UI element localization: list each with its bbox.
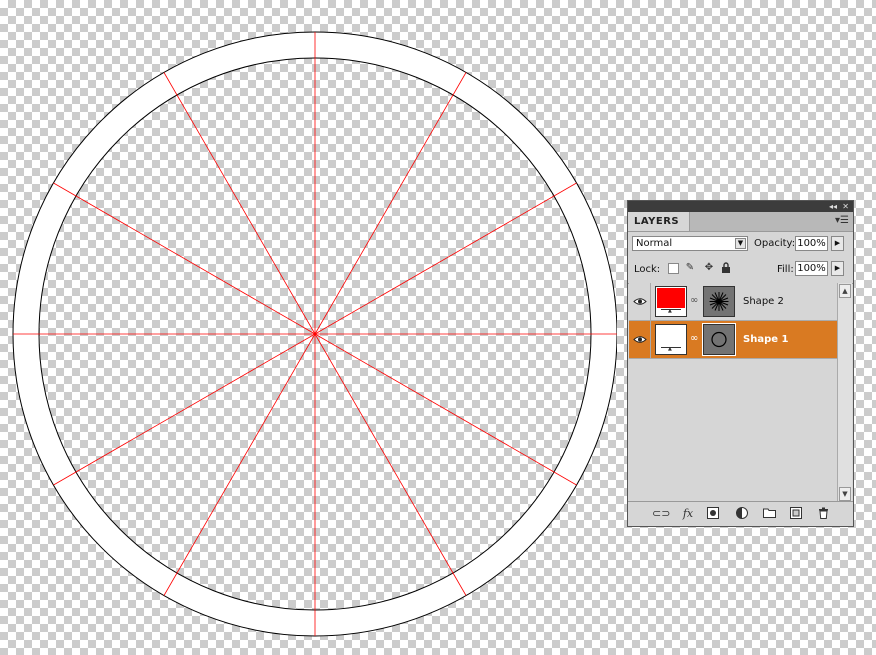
blend-mode-select[interactable]: Normal ▼ xyxy=(632,236,748,251)
opacity-slider-toggle[interactable]: ▶ xyxy=(831,236,844,251)
guide-spoke xyxy=(314,333,577,486)
guide-spoke xyxy=(53,182,316,335)
layer-color-swatch xyxy=(657,326,685,346)
guide-spoke xyxy=(314,333,467,596)
chain-link-icon[interactable]: ∞ xyxy=(690,333,698,344)
link-layers-icon[interactable]: ⊂⊃ xyxy=(652,507,670,520)
lock-position-move-icon[interactable]: ✥ xyxy=(703,262,715,274)
panel-title-bar[interactable]: ◂◂ ✕ xyxy=(628,201,853,212)
layer-row-shape-2[interactable]: ▲ ∞ Shape 2 xyxy=(629,283,837,321)
fill-label: Fill: xyxy=(777,264,794,275)
panel-menu-icon[interactable]: ▾☰ xyxy=(835,215,849,227)
thumbnail-marker: ▲ xyxy=(668,308,672,314)
chain-link-icon[interactable]: ∞ xyxy=(690,295,698,306)
tab-layers[interactable]: LAYERS xyxy=(628,212,691,231)
scroll-up-icon[interactable]: ▲ xyxy=(839,284,851,298)
trash-icon[interactable] xyxy=(817,507,829,520)
layer-name[interactable]: Shape 2 xyxy=(743,296,784,307)
guide-spoke xyxy=(53,333,316,486)
guide-spoke xyxy=(314,182,577,335)
fx-icon[interactable]: fx xyxy=(680,507,696,520)
opacity-input[interactable]: 100% xyxy=(795,236,828,251)
vector-mask-thumbnail[interactable] xyxy=(703,286,735,317)
visibility-toggle[interactable] xyxy=(629,321,651,358)
layer-color-swatch xyxy=(657,288,685,308)
panel-footer: ⊂⊃ fx xyxy=(628,501,853,526)
lock-image-brush-icon[interactable]: ✎ xyxy=(684,262,696,274)
fill-slider-toggle[interactable]: ▶ xyxy=(831,261,844,276)
new-layer-icon[interactable] xyxy=(790,507,802,520)
vector-mask-thumbnail[interactable] xyxy=(702,323,736,356)
chevron-down-icon[interactable]: ▼ xyxy=(735,238,746,249)
new-group-icon[interactable] xyxy=(763,507,776,520)
lock-row: Lock: ✎ ✥ Fill: 100% ▶ xyxy=(628,257,853,284)
collapse-icon[interactable]: ◂◂ xyxy=(829,201,837,212)
adjustment-layer-icon[interactable] xyxy=(736,507,748,520)
layer-list-scrollbar[interactable]: ▲ ▼ xyxy=(837,283,852,502)
close-icon[interactable]: ✕ xyxy=(842,201,849,212)
fill-input[interactable]: 100% xyxy=(795,261,828,276)
guide-spoke xyxy=(163,72,316,335)
circle-shape-icon xyxy=(711,331,727,348)
scroll-down-icon[interactable]: ▼ xyxy=(839,487,851,501)
opacity-label: Opacity: xyxy=(754,238,796,249)
lock-label: Lock: xyxy=(634,264,661,275)
thumbnail-marker: ▲ xyxy=(668,346,672,352)
layer-row-shape-1[interactable]: ▲ ∞ Shape 1 xyxy=(629,321,837,359)
add-mask-icon[interactable] xyxy=(707,507,719,520)
starburst-icon xyxy=(709,292,729,311)
layer-thumbnail[interactable]: ▲ xyxy=(655,324,687,355)
layer-name[interactable]: Shape 1 xyxy=(743,334,788,345)
visibility-toggle[interactable] xyxy=(629,283,651,320)
lock-transparency-icon[interactable] xyxy=(668,263,679,274)
canvas-artwork xyxy=(12,31,617,637)
guide-spoke xyxy=(314,72,467,335)
layer-thumbnail[interactable]: ▲ xyxy=(655,286,687,317)
blend-row: Normal ▼ Opacity: 100% ▶ xyxy=(628,232,853,257)
layer-list: ▲ ∞ Shape 2 ▲ ∞ Shape 1 xyxy=(629,283,837,502)
lock-all-padlock-icon[interactable] xyxy=(720,262,732,274)
eye-icon[interactable] xyxy=(633,297,647,306)
guide-spoke xyxy=(163,333,316,596)
panel-tab-bar: LAYERS ▾☰ xyxy=(628,212,853,232)
blend-mode-value: Normal xyxy=(636,238,673,249)
eye-icon[interactable] xyxy=(633,335,647,344)
layers-panel: ◂◂ ✕ LAYERS ▾☰ Normal ▼ Opacity: 100% ▶ … xyxy=(627,200,854,527)
